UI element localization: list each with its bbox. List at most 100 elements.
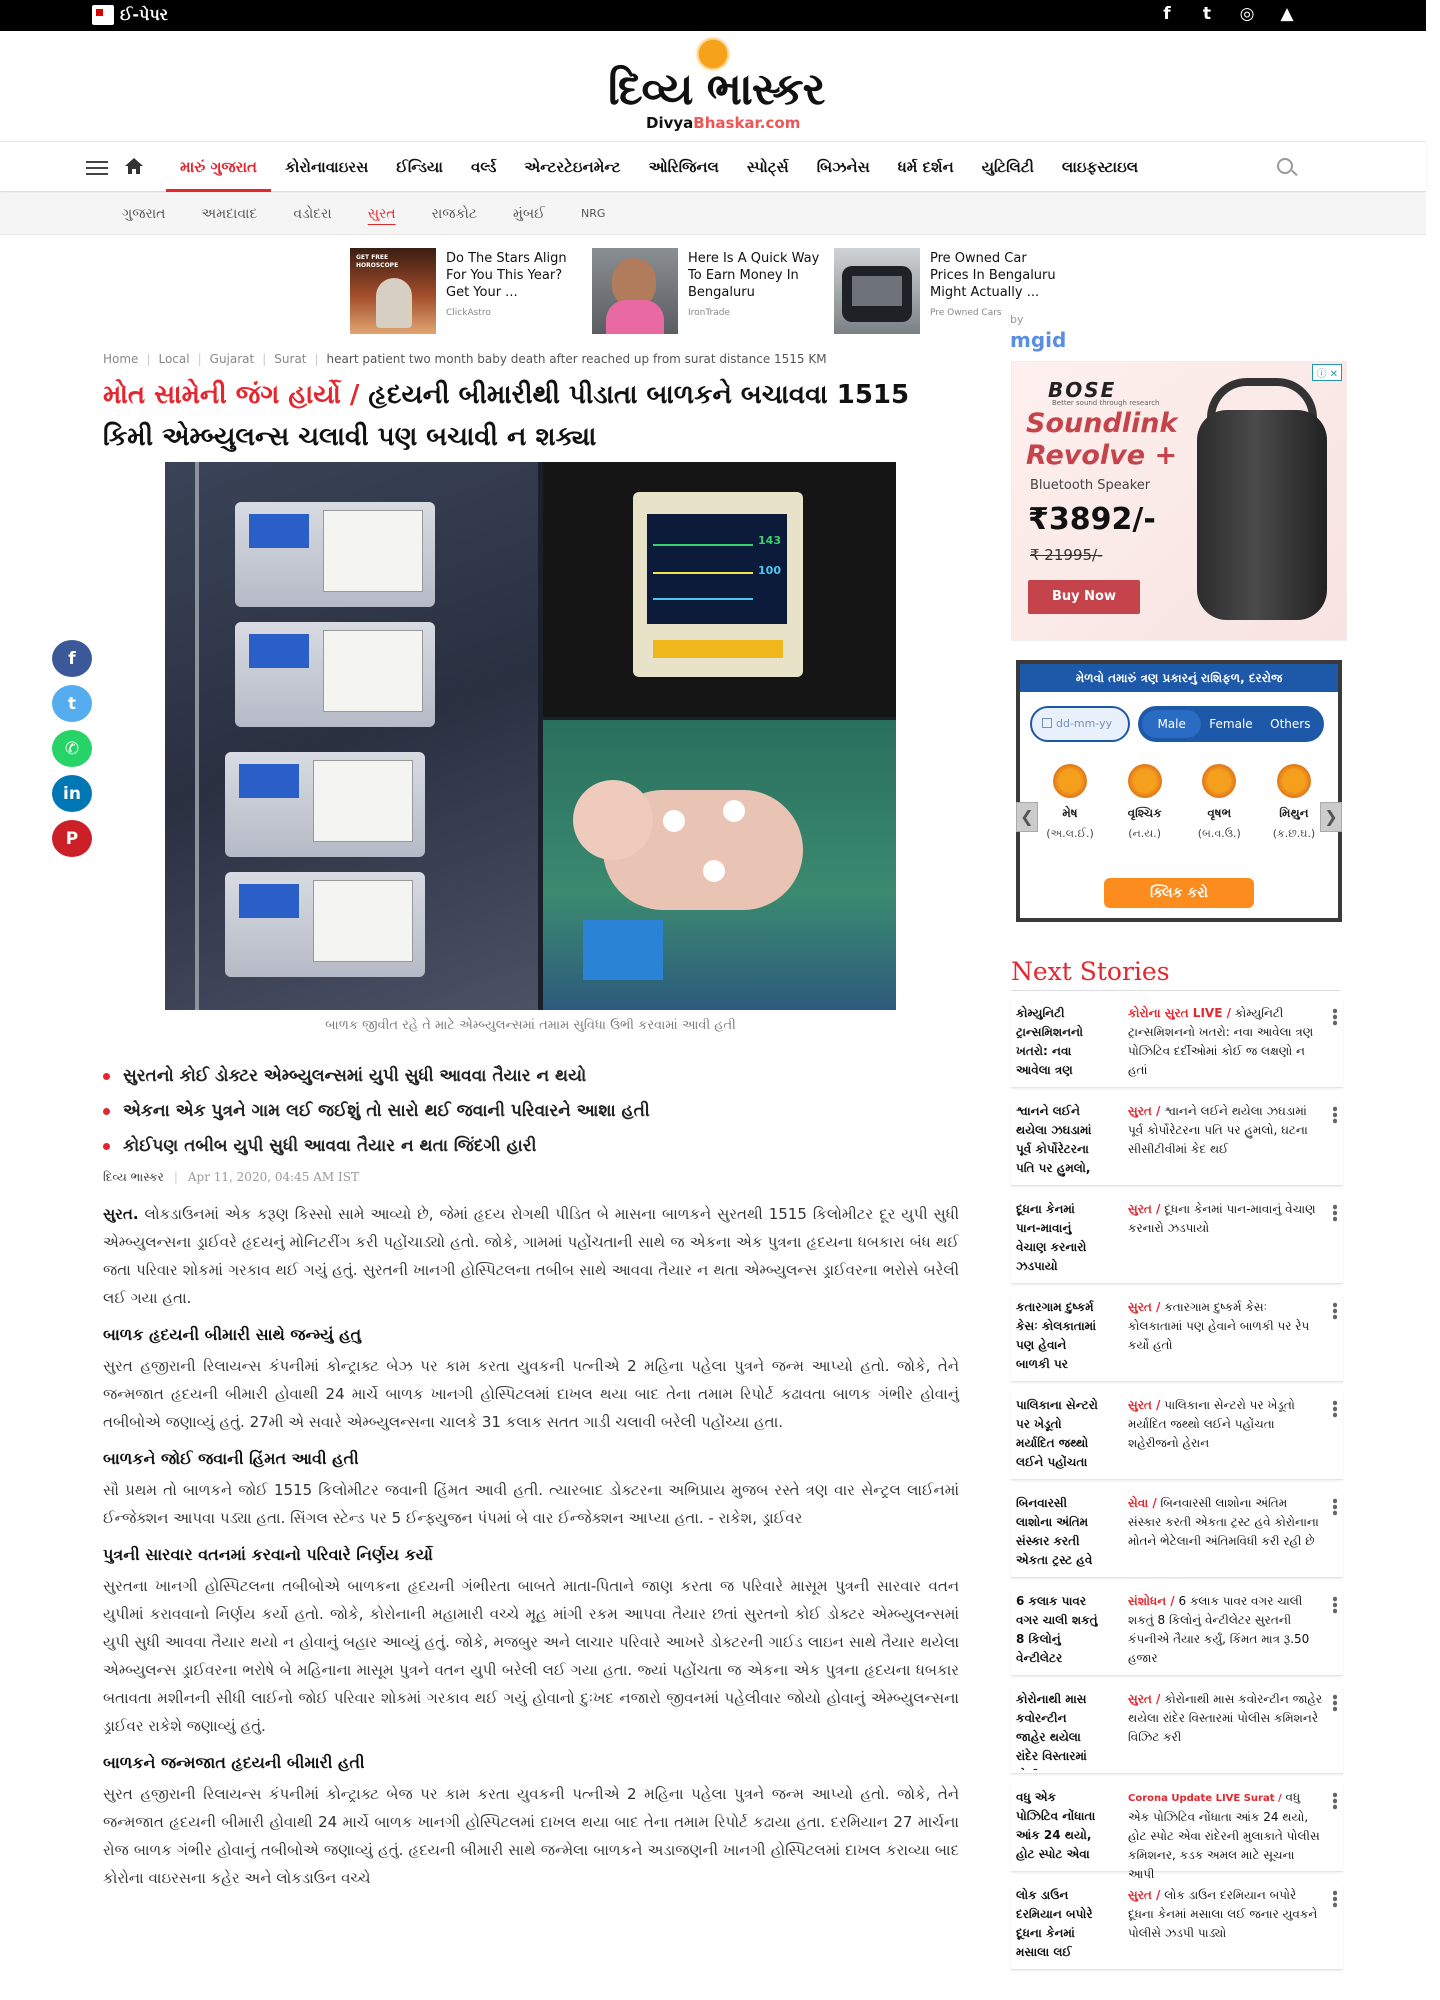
nav-item[interactable]: સ્પોર્ટ્સ xyxy=(733,142,803,192)
rashifal-submit-button[interactable]: ક્લિક કરો xyxy=(1104,878,1254,908)
breadcrumb-gujarat[interactable]: Gujarat xyxy=(210,352,255,366)
highlight-item: સુરતનો કોઈ ડોક્ટર એમ્બ્યુલન્સમાં યુપી સુ… xyxy=(103,1062,963,1097)
sub-nav: ગુજરાત અમદાવાદ વડોદરા સુરત રાજકોટ મુંબઈ NRG xyxy=(0,193,1426,235)
nav-item[interactable]: ઓરિજિનલ xyxy=(635,142,733,192)
zodiac-sign[interactable]: વૃષભ (બ.વ.ઉ.) xyxy=(1185,764,1253,841)
story-card[interactable]: 6 કલાક પાવર વગર ચાલી શકતું 8 કિલોનું વેન… xyxy=(1011,1588,1343,1676)
nav-item[interactable]: ઈન્ડિયા xyxy=(382,142,457,192)
gender-female-option[interactable]: Female xyxy=(1201,710,1260,738)
story-thumbnail[interactable]: વધુ એક પોઝિટિવ નોંધાતા આંક 24 થયો, હોટ સ… xyxy=(1016,1788,1100,1868)
bose-subtitle: Bluetooth Speaker xyxy=(1030,478,1151,493)
breadcrumb-surat[interactable]: Surat xyxy=(274,352,306,366)
story-text[interactable]: કોરોના સુરત LIVE / કોમ્યુનિટી ટ્રાન્સમિશ… xyxy=(1128,1004,1324,1080)
nav-item[interactable]: મારું ગુજરાત xyxy=(166,142,271,192)
story-card[interactable]: કતારગામ દુષ્કર્મ કેસઃ કોલકાતામાં પણ હેવા… xyxy=(1011,1294,1343,1382)
bose-ad[interactable]: ⓘ ✕ BOSE Better sound through research S… xyxy=(1011,361,1347,641)
story-thumbnail[interactable]: કોરોનાથી માસ કવોરન્ટીન જાહેર થયેલા રાંદે… xyxy=(1016,1690,1100,1770)
nav-item[interactable]: એન્ટરટેઇનમેન્ટ xyxy=(510,142,634,192)
story-thumbnail[interactable]: કતારગામ દુષ્કર્મ કેસઃ કોલકાતામાં પણ હેવા… xyxy=(1016,1298,1100,1378)
highlight-item: કોઈપણ તબીબ યુપી સુધી આવવા તૈયાર ન થતા જિ… xyxy=(103,1132,963,1167)
mgid-brand-logo[interactable]: by mgid xyxy=(1010,304,1080,352)
story-thumbnail[interactable]: દૂધના કેનમાં પાન-માવાનું વેચાણ કરનારો ઝડ… xyxy=(1016,1200,1100,1280)
story-text[interactable]: સંશોધન / 6 કલાક પાવર વગર ચાલી શકતું 8 કિ… xyxy=(1128,1592,1324,1668)
more-options-icon[interactable] xyxy=(1333,1498,1337,1516)
rashifal-heading: મેળવો તમારું ત્રણ પ્રકારનું રાશિફળ, દરરો… xyxy=(1020,664,1338,692)
more-options-icon[interactable] xyxy=(1333,1302,1337,1320)
nav-item[interactable]: યુટિલિટી xyxy=(968,142,1048,192)
facebook-share-icon[interactable]: f xyxy=(52,640,92,677)
subnav-item[interactable]: NRG xyxy=(563,193,623,235)
pinterest-share-icon[interactable]: P xyxy=(52,820,92,857)
byline-author[interactable]: દિવ્ય ભાસ્કર xyxy=(103,1170,164,1185)
story-thumbnail[interactable]: શ્વાનને લઈને થયેલા ઝઘડામાં પૂર્વ કોર્પોર… xyxy=(1016,1102,1100,1182)
story-text[interactable]: Corona Update LIVE Surat / વધુ એક પોઝિટિ… xyxy=(1128,1788,1324,1884)
more-options-icon[interactable] xyxy=(1333,1694,1337,1712)
home-icon[interactable] xyxy=(124,156,144,176)
gender-others-option[interactable]: Others xyxy=(1261,710,1320,738)
subnav-item[interactable]: મુંબઈ xyxy=(495,193,563,235)
monitor-heart-rate: 143 xyxy=(758,534,781,547)
story-thumbnail[interactable]: કોમ્યુનિટી ટ્રાન્સમિશનનો ખતરો: નવા આવેલા… xyxy=(1016,1004,1100,1084)
more-options-icon[interactable] xyxy=(1333,1596,1337,1614)
nav-item[interactable]: કોરોનાવાઇરસ xyxy=(271,142,382,192)
hamburger-menu-icon[interactable] xyxy=(86,161,108,175)
story-card[interactable]: લોક ડાઉન દરમિયાન બપોરે દૂધના કેનમાં મસાલ… xyxy=(1011,1882,1343,1970)
site-logo[interactable]: દિવ્ય ભાસ્કર DivyaBhaskar.com xyxy=(600,34,840,134)
subnav-item[interactable]: રાજકોટ xyxy=(414,193,495,235)
story-card[interactable]: પાલિકાના સેન્ટરો પર ખેડૂતો મર્યાદિત જથ્થ… xyxy=(1011,1392,1343,1480)
story-thumbnail[interactable]: 6 કલાક પાવર વગર ચાલી શકતું 8 કિલોનું વેન… xyxy=(1016,1592,1100,1672)
story-card[interactable]: કોમ્યુનિટી ટ્રાન્સમિશનનો ખતરો: નવા આવેલા… xyxy=(1011,1000,1343,1088)
subnav-item[interactable]: વડોદરા xyxy=(275,193,349,235)
linkedin-share-icon[interactable]: in xyxy=(52,775,92,812)
rashi-prev-arrow-icon[interactable]: ❮ xyxy=(1016,802,1038,832)
story-text[interactable]: સુરત / કોરોનાથી માસ કવોરન્ટીન જાહેર થયેલ… xyxy=(1128,1690,1324,1747)
android-icon[interactable]: ▲ xyxy=(1276,4,1298,24)
more-options-icon[interactable] xyxy=(1333,1106,1337,1124)
more-options-icon[interactable] xyxy=(1333,1204,1337,1222)
zodiac-sign[interactable]: વૃશ્ચિક (ન.ય.) xyxy=(1111,764,1179,841)
instagram-icon[interactable]: ◎ xyxy=(1236,4,1258,24)
gender-male-option[interactable]: Male xyxy=(1142,710,1202,738)
story-card[interactable]: શ્વાનને લઈને થયેલા ઝઘડામાં પૂર્વ કોર્પોર… xyxy=(1011,1098,1343,1186)
story-text[interactable]: સુરત / પાલિકાના સેન્ટરો પર ખેડૂતો મર્યાદ… xyxy=(1128,1396,1324,1453)
nav-item[interactable]: લાઇફસ્ટાઇલ xyxy=(1048,142,1152,192)
search-icon[interactable] xyxy=(1277,158,1293,174)
facebook-icon[interactable]: f xyxy=(1156,4,1178,24)
story-card[interactable]: કોરોનાથી માસ કવોરન્ટીન જાહેર થયેલા રાંદે… xyxy=(1011,1686,1343,1774)
apple-icon[interactable] xyxy=(1316,4,1338,24)
nav-item[interactable]: ધર્મ દર્શન xyxy=(884,142,968,192)
more-options-icon[interactable] xyxy=(1333,1400,1337,1418)
epaper-link[interactable]: ઈ-પેપર xyxy=(92,5,168,25)
zodiac-sign[interactable]: મેષ (અ.લ.ઈ.) xyxy=(1036,764,1104,841)
zodiac-sign[interactable]: મિથુન (ક.છ.ઘ.) xyxy=(1260,764,1328,841)
nav-item[interactable]: વર્લ્ડ xyxy=(457,142,510,192)
twitter-icon[interactable]: t xyxy=(1196,4,1218,24)
story-thumbnail[interactable]: બિનવારસી લાશોના અંતિમ સંસ્કાર કરતી એકતા … xyxy=(1016,1494,1100,1574)
story-card[interactable]: વધુ એક પોઝિટિવ નોંધાતા આંક 24 થયો, હોટ સ… xyxy=(1011,1784,1343,1881)
more-options-icon[interactable] xyxy=(1333,1890,1337,1908)
twitter-share-icon[interactable]: t xyxy=(52,685,92,722)
more-options-icon[interactable] xyxy=(1333,1792,1337,1810)
whatsapp-share-icon[interactable]: ✆ xyxy=(52,730,92,767)
more-options-icon[interactable] xyxy=(1333,1008,1337,1026)
story-text[interactable]: સુરત / દૂધના કેનમાં પાન-માવાનું વેચાણ કર… xyxy=(1128,1200,1324,1238)
subnav-item[interactable]: સુરત xyxy=(350,193,414,235)
story-text[interactable]: સુરત / શ્વાનને લઈને થયેલા ઝઘડામાં પૂર્વ … xyxy=(1128,1102,1324,1159)
mgid-ad-card[interactable]: Here Is A Quick Way To Earn Money In Ben… xyxy=(592,248,824,334)
story-text[interactable]: સુરત / કતારગામ દુષ્કર્મ કેસઃ કોલકાતામાં … xyxy=(1128,1298,1324,1355)
story-card[interactable]: દૂધના કેનમાં પાન-માવાનું વેચાણ કરનારો ઝડ… xyxy=(1011,1196,1343,1284)
article-subheading: બાળક હૃદયની બીમારી સાથે જન્મ્યું હતુ xyxy=(103,1325,362,1344)
story-card[interactable]: બિનવારસી લાશોના અંતિમ સંસ્કાર કરતી એકતા … xyxy=(1011,1490,1343,1578)
birthdate-input[interactable]: dd-mm-yy xyxy=(1030,706,1130,742)
mgid-ad-card[interactable]: GET FREE HOROSCOPE Do The Stars Align Fo… xyxy=(350,248,582,334)
story-text[interactable]: સેવા / બિનવારસી લાશોના અંતિમ સંસ્કાર કરત… xyxy=(1128,1494,1324,1551)
buy-now-button[interactable]: Buy Now xyxy=(1028,580,1140,614)
story-thumbnail[interactable]: લોક ડાઉન દરમિયાન બપોરે દૂધના કેનમાં મસાલ… xyxy=(1016,1886,1100,1966)
breadcrumb-local[interactable]: Local xyxy=(158,352,189,366)
nav-item[interactable]: બિઝનેસ xyxy=(803,142,884,192)
subnav-item[interactable]: ગુજરાત xyxy=(104,193,183,235)
breadcrumb-home[interactable]: Home xyxy=(103,352,138,366)
story-thumbnail[interactable]: પાલિકાના સેન્ટરો પર ખેડૂતો મર્યાદિત જથ્થ… xyxy=(1016,1396,1100,1476)
story-text[interactable]: સુરત / લોક ડાઉન દરમિયાન બપોરે દૂધના કેનમ… xyxy=(1128,1886,1324,1943)
subnav-item[interactable]: અમદાવાદ xyxy=(183,193,275,235)
